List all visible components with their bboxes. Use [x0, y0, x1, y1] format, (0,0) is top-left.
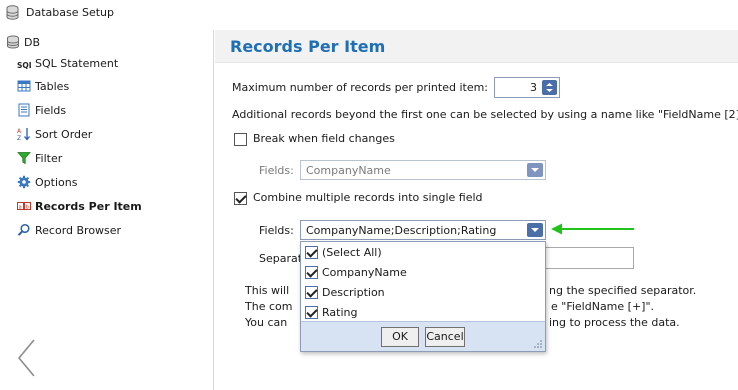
search-icon: [17, 223, 30, 236]
fields-dropdown-popup: (Select All) CompanyName Description Rat…: [300, 241, 546, 352]
dropdown-footer: OK Cancel: [301, 321, 545, 351]
page-title: Records Per Item: [230, 37, 386, 56]
gear-icon: [17, 175, 31, 189]
svg-text:b: b: [26, 204, 29, 210]
break-fields-value: CompanyName: [306, 164, 391, 177]
combine-fields-value: CompanyName;Description;Rating: [306, 224, 497, 237]
combine-checkbox-label: Combine multiple records into single fie…: [253, 191, 483, 204]
sidebar-item-sort-order[interactable]: A Z Sort Order: [17, 125, 96, 143]
max-records-value: 3: [530, 81, 537, 94]
chevron-down-icon: [531, 168, 539, 172]
spinner-arrows-icon: [546, 83, 553, 92]
sidebar-item-filter[interactable]: Filter: [17, 149, 66, 167]
dropdown-item-label: Rating: [322, 305, 358, 319]
sidebar-item-record-browser[interactable]: Record Browser: [17, 221, 125, 239]
break-fields-label: Fields:: [259, 164, 294, 177]
filter-icon: [17, 152, 31, 165]
info-line-2-start: The com: [245, 300, 293, 313]
sidebar-item-label: Tables: [35, 79, 70, 93]
info-line-3-start: You can: [245, 316, 288, 329]
svg-text:A: A: [17, 128, 22, 135]
dropdown-item-select-all[interactable]: (Select All): [305, 243, 382, 261]
break-when-field-changes-checkbox[interactable]: [234, 133, 247, 146]
svg-text:a: a: [19, 204, 22, 210]
database-icon: [7, 35, 19, 49]
additional-info-text: Additional records beyond the first one …: [232, 108, 738, 121]
sidebar-root-db[interactable]: DB: [6, 34, 40, 50]
combine-fields-dropdown-button[interactable]: [527, 223, 543, 237]
window-title: Database Setup: [26, 6, 114, 19]
info-line-1-end: ng the specified separator.: [549, 284, 697, 297]
sidebar-item-label: Sort Order: [35, 127, 93, 141]
sidebar-item-label: Fields: [35, 103, 67, 117]
dropdown-item-label: CompanyName: [322, 265, 407, 279]
sidebar-item-options[interactable]: Options: [17, 173, 81, 191]
info-line-2-end: e "FieldName [+]".: [551, 300, 655, 313]
combine-records-checkbox[interactable]: [234, 192, 247, 205]
max-records-label: Maximum number of records per printed it…: [232, 81, 489, 94]
chevron-down-icon: [531, 228, 539, 232]
database-icon: [6, 5, 19, 20]
records-per-item-icon: a b: [17, 202, 31, 210]
break-fields-dropdown-button[interactable]: [527, 163, 543, 177]
dropdown-item-checkbox[interactable]: [305, 285, 318, 299]
dropdown-item-companyname[interactable]: CompanyName: [305, 263, 407, 281]
dropdown-item-checkbox[interactable]: [305, 265, 318, 279]
break-fields-combo[interactable]: CompanyName: [300, 160, 546, 180]
sidebar-item-label: Record Browser: [35, 223, 122, 237]
cancel-button[interactable]: Cancel: [425, 327, 465, 347]
separator-input[interactable]: [545, 247, 634, 269]
max-records-spinner[interactable]: 3: [494, 77, 560, 98]
combine-fields-label: Fields:: [259, 224, 294, 237]
sidebar-item-label: SQL Statement: [35, 56, 119, 70]
info-line-3-end: ing to process the data.: [549, 316, 680, 329]
svg-text:SQL: SQL: [17, 61, 31, 70]
sidebar-root-label: DB: [24, 35, 41, 49]
dropdown-item-label: Description: [322, 285, 385, 299]
dropdown-item-description[interactable]: Description: [305, 283, 385, 301]
svg-text:Z: Z: [17, 135, 21, 141]
green-arrow-annotation: [551, 223, 634, 235]
title-bar: Database Setup: [0, 0, 738, 26]
info-line-1-start: This will: [245, 284, 290, 297]
sql-icon: SQL: [17, 61, 31, 70]
combine-fields-combo[interactable]: CompanyName;Description;Rating: [300, 220, 546, 240]
sidebar-item-fields[interactable]: Fields: [17, 101, 70, 119]
dropdown-item-label: (Select All): [322, 245, 382, 259]
main-panel: Records Per Item Maximum number of recor…: [215, 30, 738, 390]
ok-button[interactable]: OK: [381, 327, 419, 347]
fields-icon: [18, 103, 30, 117]
sidebar-item-label: Filter: [35, 151, 63, 165]
break-checkbox-label: Break when field changes: [253, 132, 395, 145]
sort-icon: A Z: [17, 128, 30, 141]
dropdown-item-rating[interactable]: Rating: [305, 303, 357, 321]
table-icon: [17, 80, 31, 92]
sidebar-item-tables[interactable]: Tables: [17, 77, 73, 95]
sidebar-item-records-per-item[interactable]: a b Records Per Item: [17, 197, 146, 215]
back-chevron-icon[interactable]: [14, 338, 40, 378]
sidebar-item-label: Records Per Item: [35, 199, 142, 213]
spinner-up-down-button[interactable]: [542, 80, 557, 95]
dropdown-item-checkbox[interactable]: [305, 245, 318, 259]
sidebar: DB SQL SQL Statement Tables Fields A Z S…: [0, 30, 214, 390]
resize-grip-icon[interactable]: [534, 340, 542, 348]
sidebar-item-label: Options: [35, 175, 78, 189]
main-header: Records Per Item: [215, 30, 738, 63]
dropdown-item-checkbox[interactable]: [305, 305, 318, 319]
sidebar-item-sql-statement[interactable]: SQL SQL Statement: [17, 54, 122, 72]
